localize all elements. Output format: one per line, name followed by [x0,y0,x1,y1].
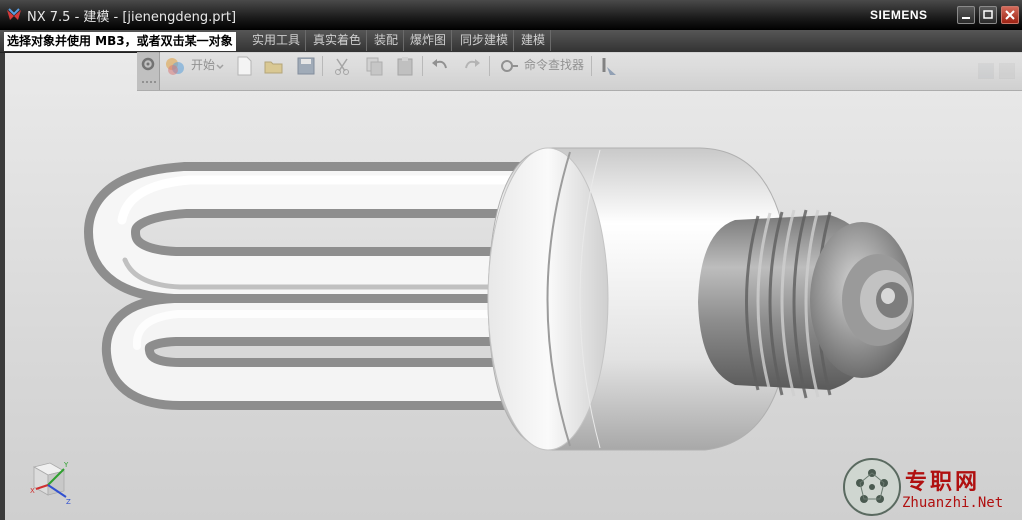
maximize-icon [983,10,993,19]
menu-true-shading[interactable]: 真实着色 [308,30,368,51]
minimize-button[interactable] [957,6,975,24]
command-finder-label[interactable]: 命令查找器 [524,56,584,73]
toolbar-separator [591,56,592,76]
watermark-text: 专职网 [905,469,981,495]
toolbar-separator [422,56,423,76]
model-cfl-bulb[interactable] [5,52,1022,520]
copy-icon[interactable] [363,55,385,77]
z-axis-label: Z [66,498,71,505]
close-icon [1005,10,1015,20]
open-folder-icon[interactable] [263,55,285,77]
siemens-logo: SIEMENS [870,8,928,22]
cue-line: 选择对象并使用 MB3，或者双击某一对象 [4,32,236,51]
start-menu-label[interactable]: 开始 [191,56,215,73]
menu-modeling[interactable]: 建模 [516,30,552,51]
maximize-button[interactable] [979,6,997,24]
toolbar-separator [322,56,323,76]
paste-icon[interactable] [394,55,416,77]
menu-assemblies[interactable]: 装配 [369,30,405,51]
menu-utilities[interactable]: 实用工具 [247,30,307,51]
watermark-url: Zhuanzhi.Net [902,495,1004,511]
x-axis-label: X [30,487,35,495]
menu-synchronous-modeling[interactable]: 同步建模 [455,30,515,51]
minimize-icon [962,17,970,19]
settings-icon [141,57,155,71]
undo-icon[interactable] [429,55,451,77]
new-file-icon[interactable] [233,55,255,77]
menu-exploded-views[interactable]: 爆炸图 [405,30,453,51]
chevron-down-icon[interactable] [215,55,225,77]
info-icon[interactable] [598,55,620,77]
grip-dots-icon [142,81,156,83]
nx-logo-icon [7,8,21,20]
command-finder-icon[interactable] [498,55,520,77]
cut-icon[interactable] [331,55,353,77]
y-axis-label: Y [63,461,69,469]
save-icon[interactable] [295,55,317,77]
watermark-ball-logo [843,458,901,516]
standard-toolbar: 开始 命令查找器 [137,52,1022,91]
redo-icon[interactable] [461,55,483,77]
close-button[interactable] [1001,6,1019,24]
window-title: NX 7.5 - 建模 - [jienengdeng.prt] [27,10,237,25]
start-icon[interactable] [164,55,186,77]
toolbar-grip[interactable] [137,52,160,90]
view-triad: X Y Z [30,461,71,505]
title-bar: NX 7.5 - 建模 - [jienengdeng.prt] SIEMENS [0,0,1022,30]
toolbar-separator [489,56,490,76]
